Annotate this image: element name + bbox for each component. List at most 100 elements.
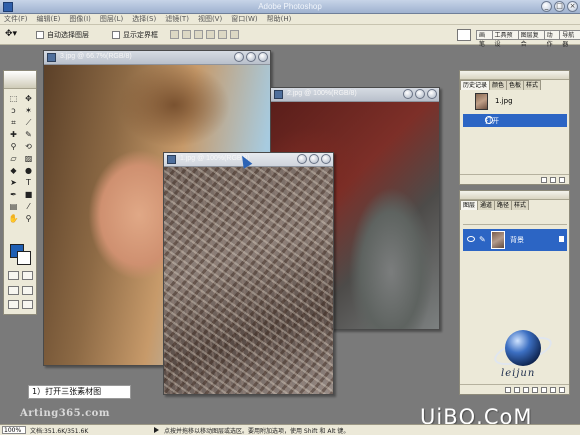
status-menu-arrow-icon[interactable] (154, 427, 159, 433)
new-document-icon[interactable] (541, 177, 547, 183)
align-bottom-icon[interactable] (194, 30, 203, 39)
tab-history[interactable]: 历史记录 (460, 80, 491, 90)
minimize-button[interactable]: _ (541, 1, 552, 12)
doc-close-button[interactable] (258, 52, 268, 62)
gradient-tool-icon[interactable]: ▨ (22, 153, 35, 164)
crop-tool-icon[interactable]: ⌗ (7, 117, 20, 128)
panel-header[interactable] (460, 191, 569, 200)
magic-wand-tool-icon[interactable]: ✶ (22, 105, 35, 116)
tab-channels[interactable]: 通道 (477, 200, 496, 210)
layer-mask-icon[interactable] (523, 387, 529, 393)
blur-tool-icon[interactable]: ◆ (7, 165, 20, 176)
document-window-1[interactable]: 1.jpg @ 100%(RGB/8) (163, 152, 334, 395)
history-panel-tabs: 历史记录 颜色 色板 样式 (460, 80, 569, 90)
hand-tool-icon[interactable]: ✋ (7, 213, 20, 224)
link-icon[interactable] (505, 387, 511, 393)
well-tab-brushes[interactable]: 画笔 (476, 30, 493, 48)
full-screen-menu-mode-icon[interactable] (22, 286, 33, 295)
menu-edit[interactable]: 编辑(E) (37, 14, 61, 24)
quick-mask-mode-icon[interactable] (22, 271, 33, 280)
adjustment-layer-icon[interactable] (541, 387, 547, 393)
auto-select-layer-option[interactable]: 自动选择图层 (36, 30, 89, 40)
show-bounds-checkbox[interactable] (112, 31, 120, 39)
tab-swatches[interactable]: 色板 (506, 80, 525, 90)
menu-file[interactable]: 文件(F) (4, 14, 28, 24)
doc-minimize-button[interactable] (297, 154, 307, 164)
align-middle-icon[interactable] (182, 30, 191, 39)
close-button[interactable]: × (567, 1, 578, 12)
new-layer-icon[interactable] (550, 387, 556, 393)
brush-tool-icon[interactable]: ✎ (22, 129, 35, 140)
notes-tool-icon[interactable]: ▤ (7, 201, 20, 212)
dodge-tool-icon[interactable]: ● (22, 165, 35, 176)
auto-select-checkbox[interactable] (36, 31, 44, 39)
healing-brush-tool-icon[interactable]: ✚ (7, 129, 20, 140)
full-screen-mode-icon[interactable] (8, 300, 19, 309)
layer-style-icon[interactable] (514, 387, 520, 393)
menu-help[interactable]: 帮助(H) (267, 14, 292, 24)
align-top-icon[interactable] (170, 30, 179, 39)
type-tool-icon[interactable]: T (22, 177, 35, 188)
doc-minimize-button[interactable] (403, 89, 413, 99)
tab-styles[interactable]: 样式 (523, 80, 542, 90)
layer-row-background[interactable]: ✎ 背景 (463, 229, 567, 251)
move-tool-icon[interactable]: ✥ (22, 93, 35, 104)
tab-layers[interactable]: 图层 (460, 200, 479, 210)
align-left-icon[interactable] (206, 30, 215, 39)
history-brush-tool-icon[interactable]: ⟲ (22, 141, 35, 152)
eraser-tool-icon[interactable]: ▱ (7, 153, 20, 164)
menu-window[interactable]: 窗口(W) (231, 14, 257, 24)
doc-maximize-button[interactable] (246, 52, 256, 62)
panel-header[interactable] (460, 71, 569, 80)
history-panel: 历史记录 颜色 色板 样式 1.jpg 打开 (459, 70, 570, 185)
new-snapshot-icon[interactable] (550, 177, 556, 183)
doc-minimize-button[interactable] (234, 52, 244, 62)
imageready-icon[interactable] (22, 300, 33, 309)
pen-tool-icon[interactable]: ✒ (7, 189, 20, 200)
tab-color[interactable]: 颜色 (489, 80, 508, 90)
standard-mode-icon[interactable] (8, 271, 19, 280)
well-tab-navigator[interactable]: 导航器 (559, 30, 580, 48)
history-panel-footer (460, 174, 569, 184)
clone-stamp-tool-icon[interactable]: ⚲ (7, 141, 20, 152)
menu-layer[interactable]: 图层(L) (100, 14, 123, 24)
align-right-icon[interactable] (230, 30, 239, 39)
move-tool-preset-icon[interactable]: ✥▾ (5, 29, 23, 41)
slice-tool-icon[interactable]: ⟋ (22, 117, 35, 128)
zoom-tool-icon[interactable]: ⚲ (22, 213, 35, 224)
marquee-tool-icon[interactable]: ⬚ (7, 93, 20, 104)
well-tab-actions[interactable]: 动作 (543, 30, 561, 48)
eye-icon[interactable] (467, 236, 475, 242)
path-selection-tool-icon[interactable]: ➤ (7, 177, 20, 188)
zoom-level-field[interactable]: 100% (2, 426, 26, 434)
doc-close-button[interactable] (427, 89, 437, 99)
new-group-icon[interactable] (532, 387, 538, 393)
maximize-button[interactable]: □ (554, 1, 565, 12)
menu-select[interactable]: 选择(S) (132, 14, 156, 24)
shape-tool-icon[interactable]: ■ (22, 189, 35, 200)
doc-maximize-button[interactable] (415, 89, 425, 99)
menu-view[interactable]: 视图(V) (198, 14, 222, 24)
menu-filter[interactable]: 滤镜(T) (165, 14, 189, 24)
document-canvas-leaves-texture[interactable] (164, 167, 333, 394)
well-tab-tool-presets[interactable]: 工具预设 (491, 30, 519, 48)
document-title-bar[interactable]: 2.jpg @ 100%(RGB/8) (271, 88, 439, 102)
well-tab-layer-comps[interactable]: 图层复合 (517, 30, 545, 48)
menu-image[interactable]: 图像(I) (69, 14, 91, 24)
trash-icon[interactable] (559, 387, 565, 393)
background-color-swatch[interactable] (17, 251, 31, 265)
history-state-open[interactable]: 打开 (463, 114, 567, 127)
doc-maximize-button[interactable] (309, 154, 319, 164)
tab-layer-styles[interactable]: 样式 (511, 200, 530, 210)
palette-well-icon[interactable] (457, 29, 471, 41)
doc-close-button[interactable] (321, 154, 331, 164)
eyedropper-tool-icon[interactable]: ⁄ (22, 201, 35, 212)
history-snapshot[interactable]: 1.jpg (463, 92, 567, 112)
standard-screen-mode-icon[interactable] (8, 286, 19, 295)
show-bounds-option[interactable]: 显示定界框 (112, 30, 158, 40)
tab-paths[interactable]: 路径 (494, 200, 513, 210)
lasso-tool-icon[interactable]: ↄ (7, 105, 20, 116)
document-title-bar[interactable]: 3.jpg @ 66.7%(RGB/8) (44, 51, 270, 65)
align-center-icon[interactable] (218, 30, 227, 39)
trash-icon[interactable] (559, 177, 565, 183)
